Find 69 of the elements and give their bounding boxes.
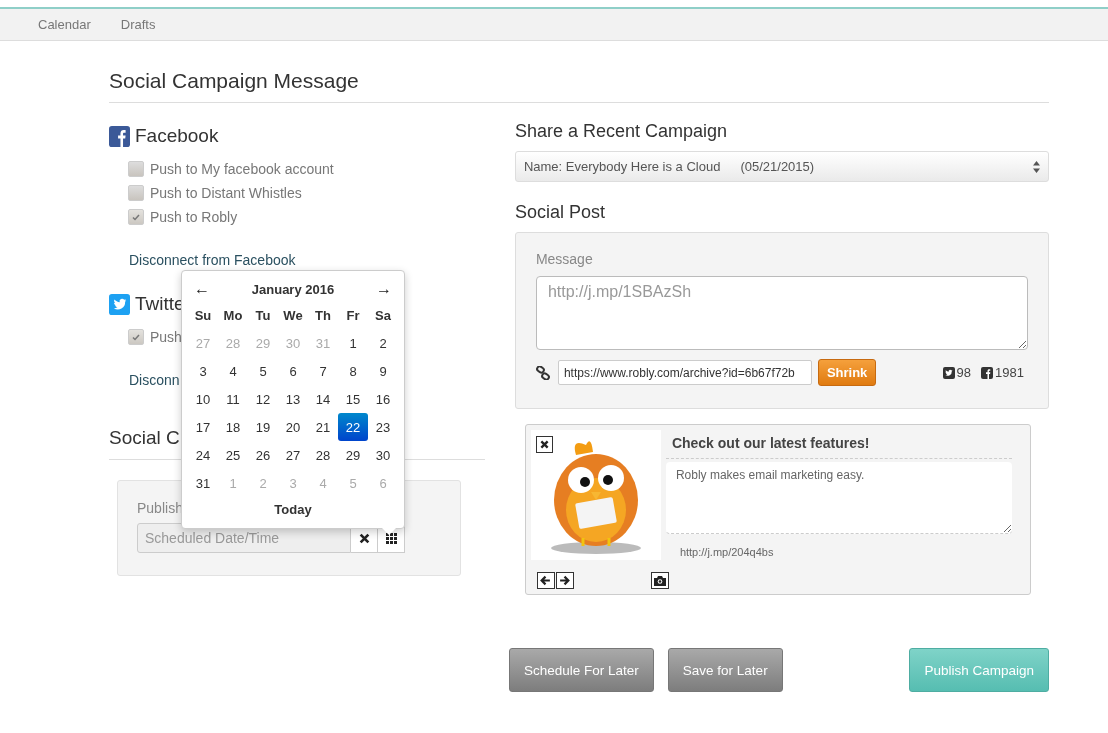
previous-month-button[interactable]: ←	[194, 280, 210, 298]
preview-headline[interactable]: Check out our latest features!	[665, 430, 1012, 459]
url-field[interactable]: https://www.robly.com/archive?id=6b67f72b	[557, 360, 812, 385]
checkbox[interactable]	[128, 329, 144, 345]
weekday-label: Su	[193, 306, 213, 325]
checkbox-label: Push to Distant Whistles	[150, 185, 302, 201]
calendar-day[interactable]: 11	[218, 385, 248, 413]
calendar-day[interactable]: 31	[188, 469, 218, 497]
checkbox-label: Push to Robly	[150, 209, 238, 225]
description-field[interactable]: Robly makes email marketing easy.	[665, 462, 1012, 534]
facebook-count: 1981	[995, 365, 1024, 380]
nav-link[interactable]: Calendar	[38, 17, 91, 32]
twitter-icon	[109, 293, 130, 315]
arrow-right-icon	[559, 575, 571, 586]
check-icon	[131, 212, 141, 222]
close-icon	[539, 440, 549, 449]
calendar-day[interactable]: 3	[188, 357, 218, 385]
field-label: Message	[535, 251, 594, 267]
checkbox-label: Push	[150, 329, 182, 345]
arrow-left-icon	[540, 575, 552, 586]
weekday-label: Sa	[374, 306, 392, 325]
month-title[interactable]: January 2016	[251, 281, 335, 297]
calendar-day[interactable]: 15	[338, 385, 368, 413]
page-title: Social Campaign Message	[109, 69, 1049, 103]
facebook-icon	[981, 366, 994, 379]
checkbox[interactable]	[128, 185, 144, 201]
calendar-day[interactable]: 13	[278, 385, 308, 413]
nav-link[interactable]: Drafts	[120, 17, 156, 32]
section-heading: Social Post	[514, 202, 606, 223]
camera-icon	[653, 575, 666, 586]
twitter-count: 98	[956, 365, 972, 380]
weekday-label: We	[282, 306, 304, 325]
check-icon	[131, 332, 141, 342]
today-button[interactable]: Today	[268, 501, 318, 518]
calendar-day[interactable]: 8	[338, 357, 368, 385]
weekday-label: Tu	[254, 306, 272, 325]
caret-icon	[1033, 160, 1040, 173]
checkbox[interactable]	[128, 161, 144, 177]
next-month-button[interactable]: →	[376, 280, 392, 298]
facebook-icon	[109, 125, 130, 147]
disconnect-link[interactable]: Disconn	[129, 372, 180, 388]
section-heading: Share a Recent Campaign	[514, 121, 728, 142]
weekday-label: Fr	[345, 306, 361, 325]
calendar-day[interactable]: 4	[218, 357, 248, 385]
disconnect-link[interactable]: Disconnect from Facebook	[129, 252, 296, 268]
link-icon	[535, 365, 550, 380]
calendar-day[interactable]: 7	[308, 357, 338, 385]
weekday-label: Mo	[222, 306, 244, 325]
checkbox[interactable]	[128, 209, 144, 225]
calendar-day[interactable]: 12	[248, 385, 278, 413]
calendar-day[interactable]: 10	[188, 385, 218, 413]
twitter-icon	[942, 366, 955, 379]
campaign-select[interactable]: Name: Everybody Here is a Cloud (05/21/2015)	[514, 151, 1049, 182]
section-heading: Facebook	[135, 125, 219, 147]
weekday-label: Th	[314, 306, 332, 325]
previous-image-button[interactable]	[536, 572, 555, 589]
checkbox-label: Push to My facebook account	[150, 161, 334, 177]
calendar-day[interactable]: 2	[368, 329, 398, 357]
close-icon	[358, 532, 370, 544]
calendar-day[interactable]: 22	[338, 413, 368, 441]
calendar-day[interactable]: 14	[308, 385, 338, 413]
calendar-day[interactable]: 6	[278, 357, 308, 385]
camera-button[interactable]	[650, 572, 669, 589]
calendar-day[interactable]: 16	[368, 385, 398, 413]
next-image-button[interactable]	[555, 572, 574, 589]
calendar-day[interactable]: 1	[338, 329, 368, 357]
grid-icon	[385, 532, 397, 544]
calendar-day[interactable]: 9	[368, 357, 398, 385]
calendar-day[interactable]: 5	[248, 357, 278, 385]
